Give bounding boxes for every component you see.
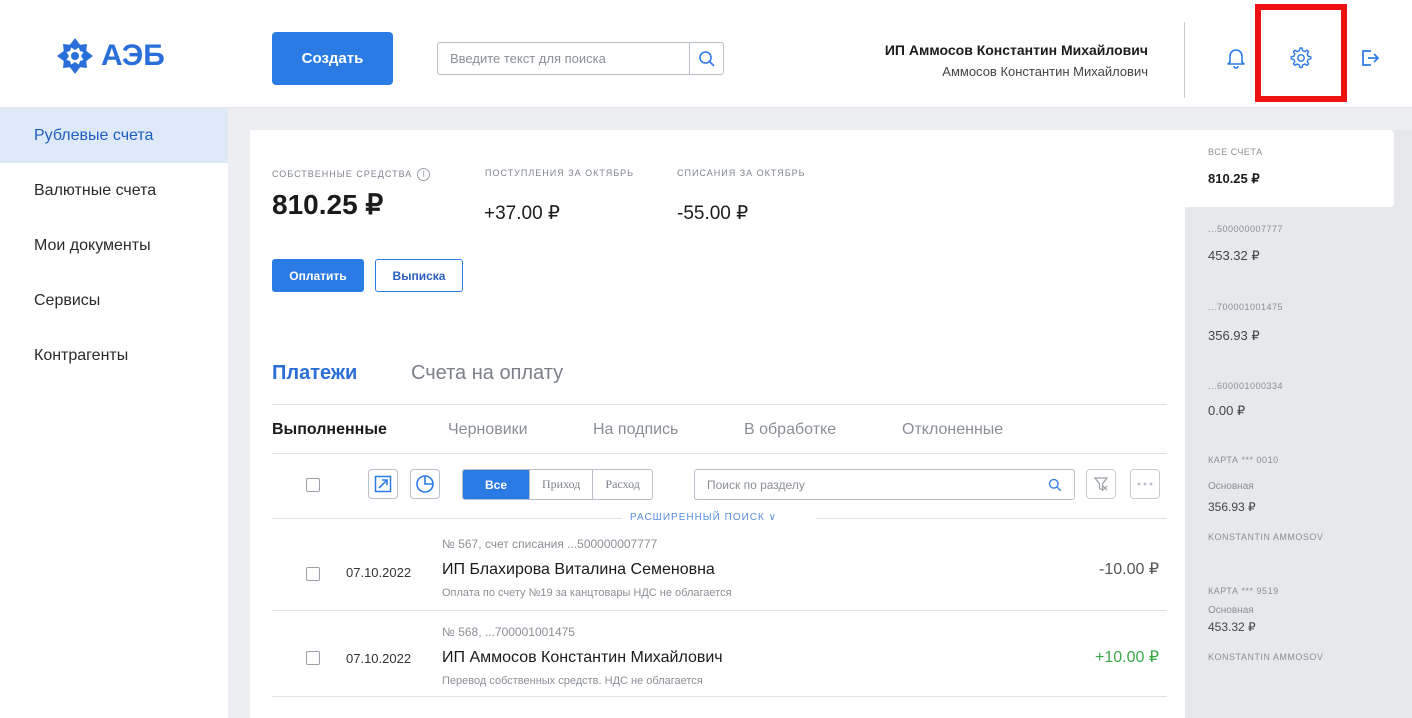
payment-meta: № 568, ...700001001475 xyxy=(442,625,575,639)
outgo-value: -55.00 ₽ xyxy=(677,203,749,224)
search-icon xyxy=(698,50,715,67)
all-accounts-value: 810.25 ₽ xyxy=(1208,171,1260,186)
row-checkbox[interactable] xyxy=(306,651,320,665)
more-dots-icon xyxy=(1137,482,1153,486)
own-funds-label: СОБСТВЕННЫЕ СРЕДСТВА i xyxy=(272,168,431,181)
user-subtitle: Аммосов Константин Михайлович xyxy=(942,64,1148,79)
section-search xyxy=(694,469,1075,500)
payment-amount: +10.00 ₽ xyxy=(1094,649,1159,666)
payment-amount: -10.00 ₽ xyxy=(1099,561,1159,578)
logo-icon xyxy=(57,38,93,74)
pie-chart-icon xyxy=(416,475,434,493)
payment-counterparty: ИП Аммосов Константин Михайлович xyxy=(442,649,723,666)
export-button[interactable] xyxy=(368,469,398,499)
card-label: КАРТА *** 0010 xyxy=(1208,455,1279,465)
subtabs-divider xyxy=(272,453,1167,454)
global-search-input[interactable] xyxy=(438,43,689,74)
account-card: СОБСТВЕННЫЕ СРЕДСТВА i ПОСТУПЛЕНИЯ ЗА ОКТ… xyxy=(250,130,1185,718)
logout-button[interactable] xyxy=(1356,44,1384,72)
more-button[interactable] xyxy=(1130,469,1160,499)
payment-description: Перевод собственных средств. НДС не обла… xyxy=(442,675,703,687)
filter-expense[interactable]: Расход xyxy=(592,470,651,499)
export-icon xyxy=(374,475,392,493)
bank-logo[interactable]: АЭБ xyxy=(55,36,165,76)
logout-icon xyxy=(1362,50,1380,66)
payment-counterparty: ИП Блахирова Виталина Семеновна xyxy=(442,561,715,578)
tab-invoices[interactable]: Счета на оплату xyxy=(411,362,563,385)
tabs-divider xyxy=(272,404,1167,405)
filter-all[interactable]: Все xyxy=(463,470,530,499)
advanced-search-label: РАСШИРЕННЫЙ ПОИСК ∨ xyxy=(630,512,777,523)
subtab-drafts[interactable]: Черновики xyxy=(448,421,528,439)
global-search-button[interactable] xyxy=(689,43,723,74)
direction-filter: Все Приход Расход xyxy=(462,469,653,500)
sidebar-item-my-documents[interactable]: Мои документы xyxy=(0,218,228,273)
card-holder: KONSTANTIN AMMOSOV xyxy=(1208,532,1324,542)
payment-date: 07.10.2022 xyxy=(346,651,412,666)
create-button[interactable]: Создать xyxy=(272,32,393,85)
bell-icon xyxy=(1227,49,1245,69)
accounts-panel: ВСЕ СЧЕТА 810.25 ₽ ...500000007777 453.3… xyxy=(1185,130,1412,718)
settings-highlight-box xyxy=(1255,4,1347,102)
account-number: ...600001000334 xyxy=(1208,381,1284,391)
card-holder: KONSTANTIN AMMOSOV xyxy=(1208,652,1324,662)
sidebar-item-services[interactable]: Сервисы xyxy=(0,273,228,328)
card-label: КАРТА *** 9519 xyxy=(1208,586,1279,596)
payment-row[interactable]: 07.10.2022 № 568, ...700001001475 ИП Амм… xyxy=(250,611,1185,697)
statement-button[interactable]: Выписка xyxy=(375,259,463,292)
logo-text: АЭБ xyxy=(101,39,165,72)
subtab-rejected[interactable]: Отклоненные xyxy=(902,421,1003,439)
header-divider xyxy=(1184,22,1185,98)
user-info[interactable]: ИП Аммосов Константин Михайлович Аммосов… xyxy=(885,42,1148,79)
income-label: ПОСТУПЛЕНИЯ ЗА ОКТЯБРЬ xyxy=(485,168,635,178)
card-type: Основная xyxy=(1208,605,1254,616)
account-number: ...700001001475 xyxy=(1208,302,1284,312)
subtab-processing[interactable]: В обработке xyxy=(744,421,836,439)
sidebar: Рублевые счета Валютные счета Мои докуме… xyxy=(0,108,228,718)
info-icon[interactable]: i xyxy=(417,168,431,181)
top-header: АЭБ Создать ИП Аммосов Константин Михайл… xyxy=(0,0,1412,108)
row-divider xyxy=(272,696,1167,697)
payment-meta: № 567, счет списания ...500000007777 xyxy=(442,537,658,551)
sidebar-item-counterparties[interactable]: Контрагенты xyxy=(0,328,228,383)
subtab-completed[interactable]: Выполненные xyxy=(272,421,387,439)
tab-payments[interactable]: Платежи xyxy=(272,362,357,385)
adv-line-right xyxy=(816,518,1167,519)
all-accounts-label: ВСЕ СЧЕТА xyxy=(1208,147,1263,157)
analytics-button[interactable] xyxy=(410,469,440,499)
outgo-label: СПИСАНИЯ ЗА ОКТЯБРЬ xyxy=(677,168,806,178)
subtab-to-sign[interactable]: На подпись xyxy=(593,421,678,439)
chevron-down-icon: ∨ xyxy=(768,512,777,523)
section-search-input[interactable] xyxy=(695,477,1048,492)
app-root: АЭБ Создать ИП Аммосов Константин Михайл… xyxy=(0,0,1412,718)
all-accounts-item[interactable]: ВСЕ СЧЕТА 810.25 ₽ xyxy=(1185,130,1394,207)
card-balance: 453.32 ₽ xyxy=(1208,620,1256,634)
card-balance: 356.93 ₽ xyxy=(1208,500,1256,514)
filter-clear-icon xyxy=(1093,477,1109,491)
own-funds-value: 810.25 ₽ xyxy=(272,189,384,220)
search-icon[interactable] xyxy=(1048,478,1062,492)
clear-filter-button[interactable] xyxy=(1086,469,1116,499)
payment-description: Оплата по счету №19 за канцтовары НДС не… xyxy=(442,587,732,599)
adv-line-left xyxy=(272,518,622,519)
account-balance: 0.00 ₽ xyxy=(1208,403,1246,418)
sidebar-item-currency-accounts[interactable]: Валютные счета xyxy=(0,163,228,218)
account-balance: 453.32 ₽ xyxy=(1208,248,1260,263)
account-number: ...500000007777 xyxy=(1208,224,1284,234)
payment-row[interactable]: 07.10.2022 № 567, счет списания ...50000… xyxy=(250,525,1185,611)
pay-button[interactable]: Оплатить xyxy=(272,259,364,292)
user-name: ИП Аммосов Константин Михайлович xyxy=(884,42,1148,58)
global-search xyxy=(437,42,724,75)
account-balance: 356.93 ₽ xyxy=(1208,328,1260,343)
sidebar-item-ruble-accounts[interactable]: Рублевые счета xyxy=(0,108,228,163)
card-type: Основная xyxy=(1208,481,1254,492)
notifications-button[interactable] xyxy=(1222,44,1250,72)
select-all-checkbox[interactable] xyxy=(306,478,320,492)
row-checkbox[interactable] xyxy=(306,567,320,581)
income-value: +37.00 ₽ xyxy=(484,203,561,224)
filter-income[interactable]: Приход xyxy=(529,470,592,499)
payment-date: 07.10.2022 xyxy=(346,565,412,580)
advanced-search-toggle[interactable]: РАСШИРЕННЫЙ ПОИСК ∨ xyxy=(250,511,1185,525)
